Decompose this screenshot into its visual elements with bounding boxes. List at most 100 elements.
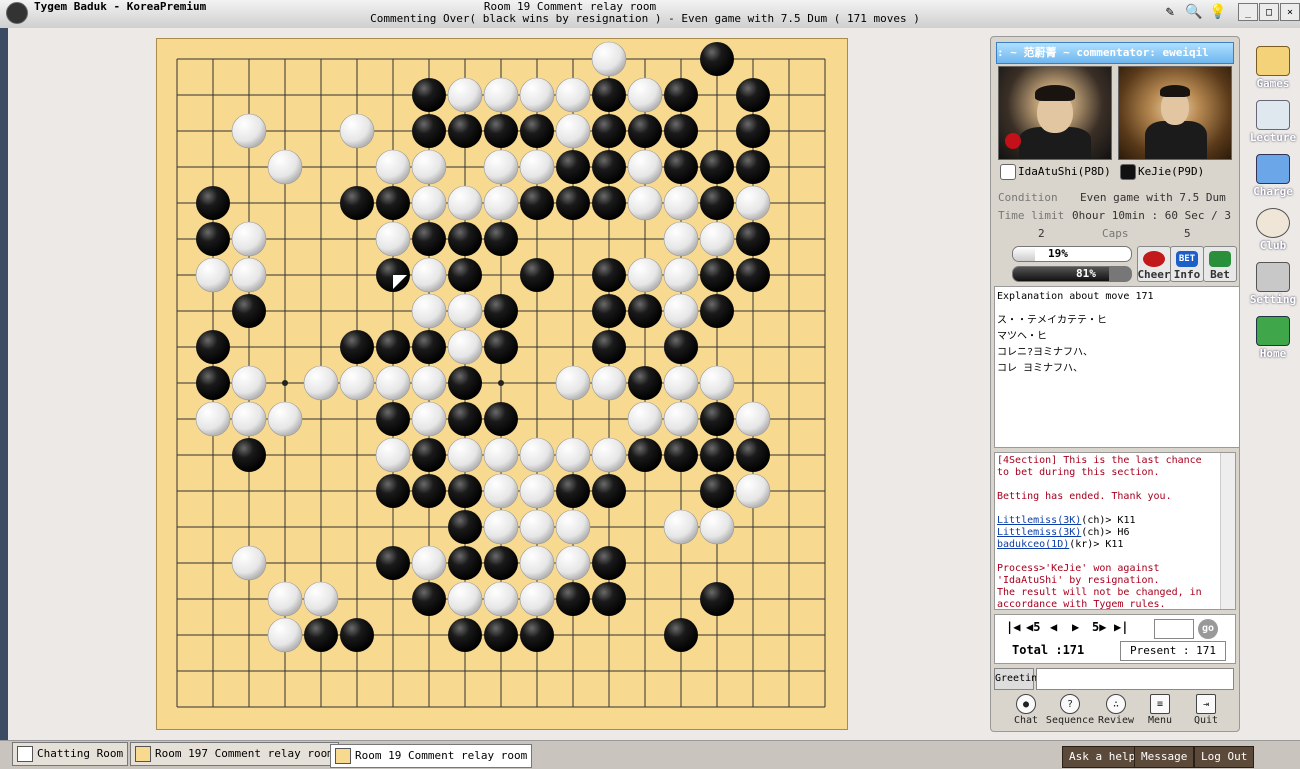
close-button[interactable]: × (1280, 3, 1300, 21)
black-stone (700, 150, 734, 184)
black-stone (664, 618, 698, 652)
chat-user-link[interactable]: Littlemiss(3K) (997, 515, 1081, 526)
chat-icon: ● (1016, 694, 1036, 714)
tab-room-19[interactable]: Room 19 Comment relay room (330, 744, 533, 768)
black-stone (196, 186, 230, 220)
white-stone (663, 293, 699, 329)
white-stone (735, 401, 771, 437)
menu-button[interactable]: ≡ Menu (1138, 694, 1182, 726)
first-move-button[interactable]: |◀ (1006, 620, 1020, 634)
white-stone (483, 185, 519, 221)
white-stone (267, 617, 303, 653)
games-button[interactable]: Games (1248, 42, 1298, 90)
cheer-button[interactable]: Cheer (1137, 246, 1171, 282)
chat-user-link[interactable]: Littlemiss(3K) (997, 527, 1081, 538)
review-label: Review (1097, 715, 1135, 726)
chat-button[interactable]: ● Chat (1004, 694, 1048, 726)
black-stone (448, 546, 482, 580)
white-stone (555, 509, 591, 545)
black-stone (196, 366, 230, 400)
search-icon[interactable]: 🔍 (1184, 2, 1204, 22)
setting-label: Setting (1249, 293, 1297, 306)
cheer-label: Cheer (1137, 268, 1171, 281)
black-stone (448, 114, 482, 148)
edit-icon[interactable]: ✎ (1160, 2, 1180, 22)
chat-line: accordance with Tygem rules. (997, 599, 1166, 610)
white-stone (411, 149, 447, 185)
chat-user-link[interactable]: badukceo(1D) (997, 539, 1069, 550)
black-player-name: KeJie(P9D) (1138, 165, 1205, 178)
black-stone (196, 222, 230, 256)
dice-icon (1209, 251, 1231, 267)
house-icon (17, 746, 33, 762)
white-stone (519, 581, 555, 617)
black-stone (736, 114, 770, 148)
white-stone (483, 437, 519, 473)
home-button[interactable]: Home (1248, 312, 1298, 360)
black-stone (412, 114, 446, 148)
black-stone (412, 582, 446, 616)
log-out-button[interactable]: Log Out (1194, 746, 1255, 768)
charge-button[interactable]: Charge (1248, 150, 1298, 198)
home-label: Home (1259, 347, 1287, 360)
star-point (282, 380, 288, 386)
maximize-button[interactable]: □ (1259, 3, 1279, 21)
white-player-photo (998, 66, 1112, 160)
black-stone (304, 618, 338, 652)
white-stone (519, 545, 555, 581)
move-number-input[interactable] (1154, 619, 1194, 639)
info-label: Info (1173, 268, 1201, 281)
black-stone (448, 474, 482, 508)
last-move-button[interactable]: ▶| (1114, 620, 1128, 634)
black-stone (448, 258, 482, 292)
white-stone (591, 437, 627, 473)
next-move-button[interactable]: ▶ (1072, 620, 1079, 634)
white-stone (627, 149, 663, 185)
white-bet-bar (1012, 246, 1132, 262)
white-stone (627, 77, 663, 113)
black-stone (664, 150, 698, 184)
black-stone (736, 78, 770, 112)
white-stone (267, 149, 303, 185)
black-stone (448, 618, 482, 652)
lecture-button[interactable]: Lecture (1248, 96, 1298, 144)
greeting-input[interactable] (1036, 668, 1234, 690)
book-icon: ≡ (1150, 694, 1170, 714)
go-board[interactable] (156, 38, 848, 730)
bet-button[interactable]: Bet (1203, 246, 1237, 282)
board-icon (335, 748, 351, 764)
tab-chatting-room[interactable]: Chatting Room (12, 742, 129, 766)
info-button[interactable]: BET Info (1170, 246, 1204, 282)
message-button[interactable]: Message (1134, 746, 1195, 768)
back-5-button[interactable]: ◀5 (1026, 620, 1040, 634)
help-bulb-icon[interactable]: 💡 (1208, 2, 1228, 22)
wrench-icon (1256, 262, 1290, 292)
explanation-line: マツヘ・ヒ (997, 331, 1047, 342)
move-explanation-box[interactable]: Explanation about move 171 ス・・テメイカテテ・ヒ マ… (994, 286, 1240, 448)
tab-label: Chatting Room (37, 747, 124, 760)
white-stone (411, 365, 447, 401)
ask-help-button[interactable]: Ask a help (1062, 746, 1143, 768)
club-icon (1256, 208, 1290, 238)
quit-button[interactable]: ⇥ Quit (1184, 694, 1228, 726)
black-stone (592, 78, 626, 112)
white-stone (555, 365, 591, 401)
setting-button[interactable]: Setting (1248, 258, 1298, 306)
black-stone (412, 222, 446, 256)
sequence-button[interactable]: ? Sequence (1046, 694, 1094, 726)
tab-room-197[interactable]: Room 197 Comment relay room (130, 742, 339, 766)
white-stone (447, 293, 483, 329)
go-button[interactable]: go (1198, 619, 1218, 639)
black-stone (520, 618, 554, 652)
white-stone (231, 113, 267, 149)
forward-5-button[interactable]: 5▶ (1092, 620, 1106, 634)
chat-scrollbar[interactable] (1220, 453, 1235, 609)
white-stone (303, 581, 339, 617)
greeting-button[interactable]: Greeting (994, 668, 1043, 690)
prev-move-button[interactable]: ◀ (1050, 620, 1057, 634)
white-stone (483, 581, 519, 617)
minimize-button[interactable]: _ (1238, 3, 1258, 21)
club-button[interactable]: Club (1248, 204, 1298, 252)
review-button[interactable]: ∴ Review (1094, 694, 1138, 726)
chat-log[interactable]: [4Section] This is the last chance to be… (994, 452, 1236, 610)
